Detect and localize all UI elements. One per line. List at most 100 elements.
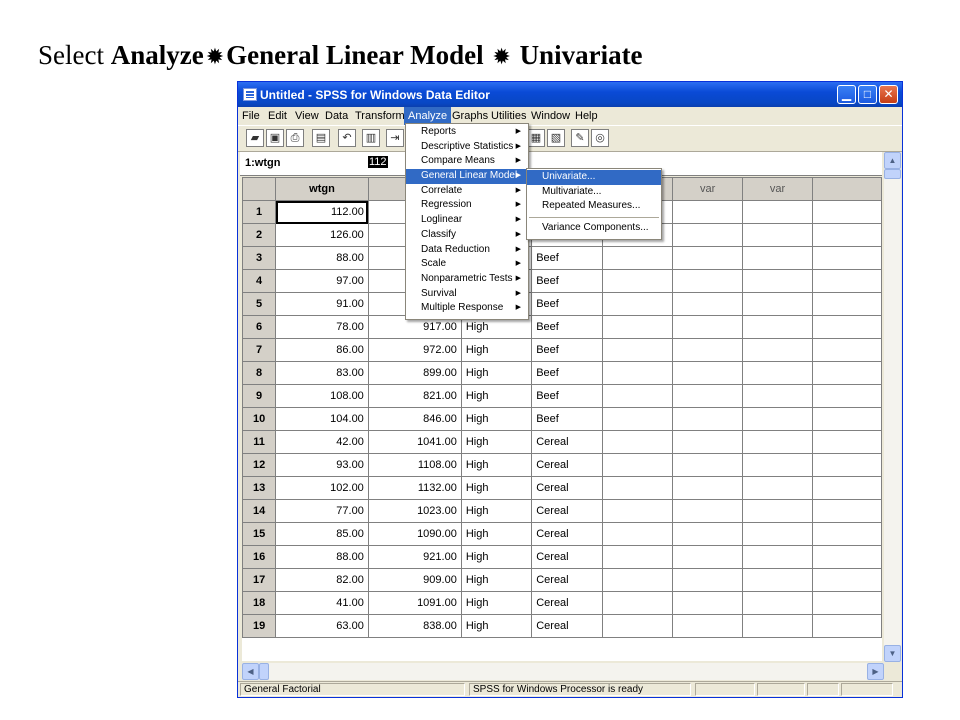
cell[interactable] [602, 614, 674, 638]
menu-item-repeated-measures[interactable]: Repeated Measures... [527, 199, 661, 214]
cell[interactable] [811, 591, 882, 615]
cell[interactable] [602, 430, 674, 454]
cell-wtgn[interactable]: 82.00 [275, 568, 369, 592]
cell[interactable]: 1091.00 [367, 591, 462, 615]
cell-wtgn[interactable]: 91.00 [275, 292, 369, 316]
menu-item-loglinear[interactable]: Loglinear ▶ [406, 213, 528, 228]
weight-cases-icon[interactable]: ▧ [547, 129, 565, 147]
cell-wtgn[interactable]: 78.00 [275, 315, 369, 339]
menu-item-compare-means[interactable]: Compare Means ▶ [406, 154, 528, 169]
cell[interactable]: High [460, 591, 533, 615]
cell[interactable]: Beef [531, 384, 604, 408]
menu-item-scale[interactable]: Scale ▶ [406, 257, 528, 272]
minimize-button[interactable]: ▁ [837, 85, 856, 104]
cell[interactable] [602, 338, 674, 362]
spreadsheet-app-icon[interactable] [243, 88, 257, 101]
menu-data[interactable]: Data [325, 110, 348, 122]
cell[interactable]: Beef [531, 407, 604, 431]
cell[interactable] [602, 591, 674, 615]
cell[interactable] [672, 338, 744, 362]
row-number[interactable]: 11 [242, 430, 277, 454]
cell-wtgn[interactable]: 88.00 [275, 545, 369, 569]
cell[interactable]: Beef [531, 292, 604, 316]
cell[interactable] [811, 361, 882, 385]
row-number[interactable]: 9 [242, 384, 277, 408]
cell[interactable] [811, 315, 882, 339]
cell[interactable] [602, 292, 674, 316]
cell-wtgn[interactable]: 108.00 [275, 384, 369, 408]
cell[interactable] [742, 476, 813, 500]
cell[interactable] [742, 384, 813, 408]
cell-wtgn[interactable]: 126.00 [275, 223, 369, 247]
cell[interactable] [672, 292, 744, 316]
row-number[interactable]: 19 [242, 614, 277, 638]
cell[interactable]: 1090.00 [367, 522, 462, 546]
cell[interactable]: Cereal [531, 545, 604, 569]
cell[interactable] [602, 545, 674, 569]
value-labels-icon[interactable]: ✎ [571, 129, 589, 147]
cell[interactable]: 846.00 [367, 407, 462, 431]
cell[interactable] [602, 568, 674, 592]
maximize-button[interactable]: □ [858, 85, 877, 104]
cell[interactable] [811, 476, 882, 500]
cell[interactable] [672, 453, 744, 477]
menu-item-multivariate[interactable]: Multivariate... [527, 185, 661, 200]
cell[interactable] [602, 315, 674, 339]
vertical-scrollbar[interactable]: ▲ ▼ [884, 152, 901, 662]
cell[interactable] [811, 407, 882, 431]
cell[interactable]: 838.00 [367, 614, 462, 638]
cell[interactable]: 909.00 [367, 568, 462, 592]
cell[interactable] [742, 223, 813, 247]
cell[interactable] [811, 545, 882, 569]
cell[interactable] [672, 269, 744, 293]
cell[interactable]: High [460, 499, 533, 523]
horizontal-scrollbar[interactable]: ◀ ▶ [242, 663, 884, 680]
cell[interactable] [742, 545, 813, 569]
print-icon[interactable]: ⎙ [286, 129, 304, 147]
cell-wtgn[interactable]: 77.00 [275, 499, 369, 523]
cell[interactable] [742, 246, 813, 270]
cell[interactable] [672, 246, 744, 270]
cell[interactable]: High [460, 476, 533, 500]
cell[interactable] [742, 361, 813, 385]
cell-wtgn[interactable]: 83.00 [275, 361, 369, 385]
menu-edit[interactable]: Edit [268, 110, 287, 122]
menu-item-multiple-response[interactable]: Multiple Response ▶ [406, 301, 528, 316]
row-number[interactable]: 14 [242, 499, 277, 523]
save-icon[interactable]: ▣ [266, 129, 284, 147]
cell-wtgn[interactable]: 42.00 [275, 430, 369, 454]
row-number[interactable]: 6 [242, 315, 277, 339]
cell[interactable]: Cereal [531, 453, 604, 477]
cell[interactable] [742, 292, 813, 316]
cell[interactable] [742, 499, 813, 523]
row-number[interactable]: 10 [242, 407, 277, 431]
menu-item-univariate[interactable]: Univariate... [527, 170, 661, 185]
menu-help[interactable]: Help [575, 110, 598, 122]
open-folder-icon[interactable]: ▰ [246, 129, 264, 147]
cell[interactable] [742, 269, 813, 293]
cell[interactable]: 1023.00 [367, 499, 462, 523]
cell[interactable]: High [460, 430, 533, 454]
row-number[interactable]: 7 [242, 338, 277, 362]
use-sets-icon[interactable]: ◎ [591, 129, 609, 147]
scroll-down-icon[interactable]: ▼ [884, 645, 901, 662]
cell[interactable]: Beef [531, 269, 604, 293]
cell[interactable]: 899.00 [367, 361, 462, 385]
goto-case-icon[interactable]: ⇥ [386, 129, 404, 147]
cell[interactable] [811, 453, 882, 477]
menu-utilities[interactable]: Utilities [491, 110, 526, 122]
cell[interactable] [811, 499, 882, 523]
cell[interactable] [742, 614, 813, 638]
cell[interactable]: Cereal [531, 568, 604, 592]
row-number[interactable]: 12 [242, 453, 277, 477]
cell[interactable] [672, 407, 744, 431]
cell[interactable]: Cereal [531, 499, 604, 523]
row-number[interactable]: 3 [242, 246, 277, 270]
column-header[interactable]: var [742, 177, 813, 201]
cell[interactable] [672, 361, 744, 385]
cell[interactable] [602, 246, 674, 270]
cell[interactable]: High [460, 384, 533, 408]
cell[interactable]: 1108.00 [367, 453, 462, 477]
dialog-recall-icon[interactable]: ▤ [312, 129, 330, 147]
cell[interactable] [672, 614, 744, 638]
